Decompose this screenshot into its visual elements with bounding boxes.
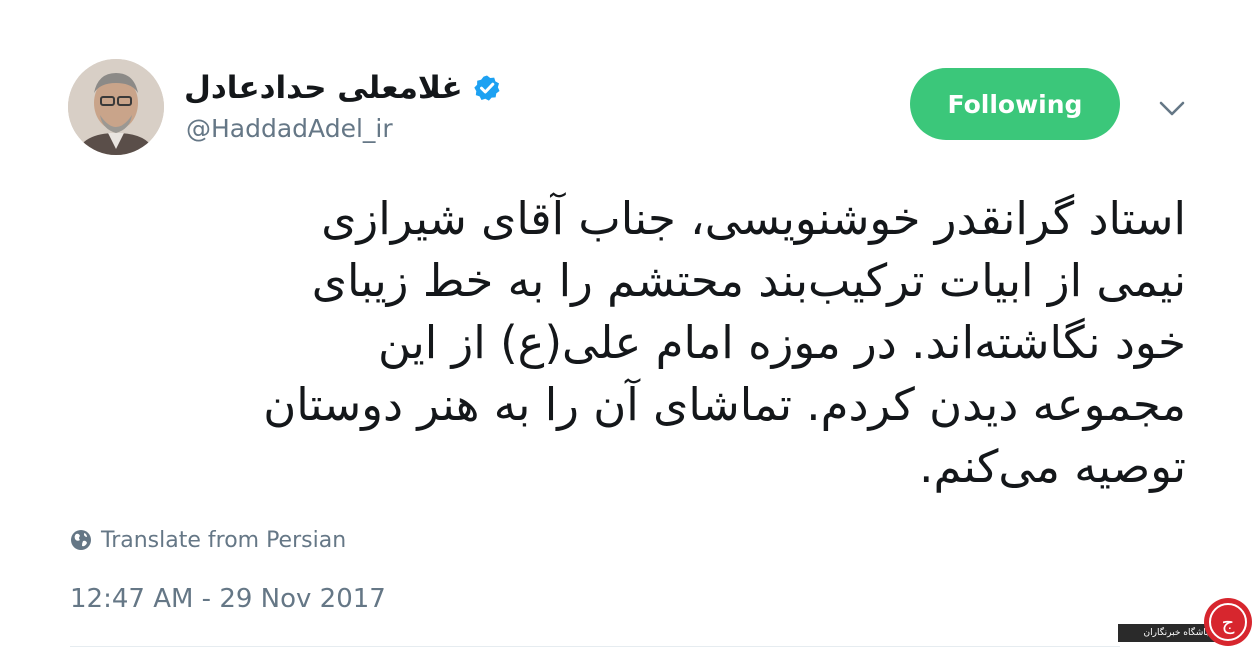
tweet-text-line: مجموعه دیدن کردم. تماشای آن را به هنر دو… [263,378,1186,431]
avatar-image [68,59,164,155]
verified-badge-icon [473,74,501,102]
watermark-logo-icon: ج [1204,598,1252,646]
translate-label[interactable]: Translate from Persian [101,528,346,553]
tweet-text-line: خود نگاشته‌اند. در موزه امام علی(ع) از ا… [377,316,1186,369]
globe-icon [70,529,92,551]
tweet-timestamp[interactable]: 12:47 AM - 29 Nov 2017 [70,584,386,614]
tweet-text-line: نیمی از ابیات ترکیب‌بند محتشم را به خط ز… [311,254,1186,307]
tweet-header: غلامعلی حدادعادل @HaddadAdel_ir Followin… [0,0,1256,170]
tweet-text-line: استاد گرانقدر خوشنویسی، جناب آقای شیرازی [321,192,1186,245]
following-button[interactable]: Following [910,68,1120,140]
author-handle[interactable]: @HaddadAdel_ir [186,114,393,143]
author-name-row: غلامعلی حدادعادل [184,66,501,110]
watermark: باشگاه خبرنگاران ج [1118,592,1256,650]
translate-link[interactable]: Translate from Persian [70,524,346,556]
divider [70,646,1120,647]
tweet-text-line: توصیه می‌کنم. [919,440,1186,493]
chevron-down-icon[interactable] [1156,92,1188,124]
avatar[interactable] [68,59,164,155]
tweet-text: استاد گرانقدر خوشنویسی، جناب آقای شیرازی… [70,188,1186,498]
author-display-name[interactable]: غلامعلی حدادعادل [184,70,463,106]
watermark-logo-text: ج [1222,610,1235,634]
